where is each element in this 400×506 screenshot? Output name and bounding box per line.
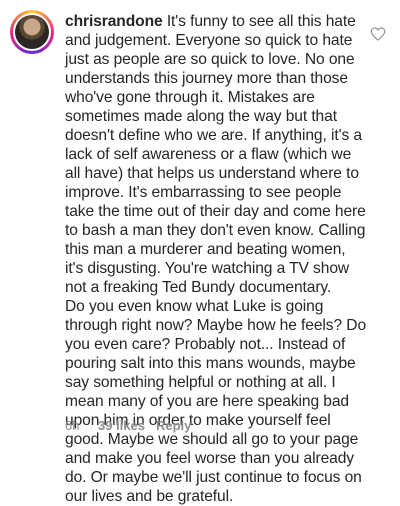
story-ring[interactable]	[10, 10, 54, 54]
timestamp: 6h	[65, 418, 80, 433]
username-link[interactable]: chrisrandone	[65, 13, 163, 30]
avatar-frame	[13, 13, 51, 51]
likes-count[interactable]: 39 likes	[98, 418, 156, 433]
comment-meta: 6h 39 likes Reply	[65, 418, 191, 433]
comment: chrisrandone It's funny to see all this …	[0, 0, 400, 505]
avatar[interactable]	[15, 15, 49, 49]
reply-button[interactable]: Reply	[156, 418, 191, 433]
heart-outline-icon[interactable]	[370, 27, 386, 41]
